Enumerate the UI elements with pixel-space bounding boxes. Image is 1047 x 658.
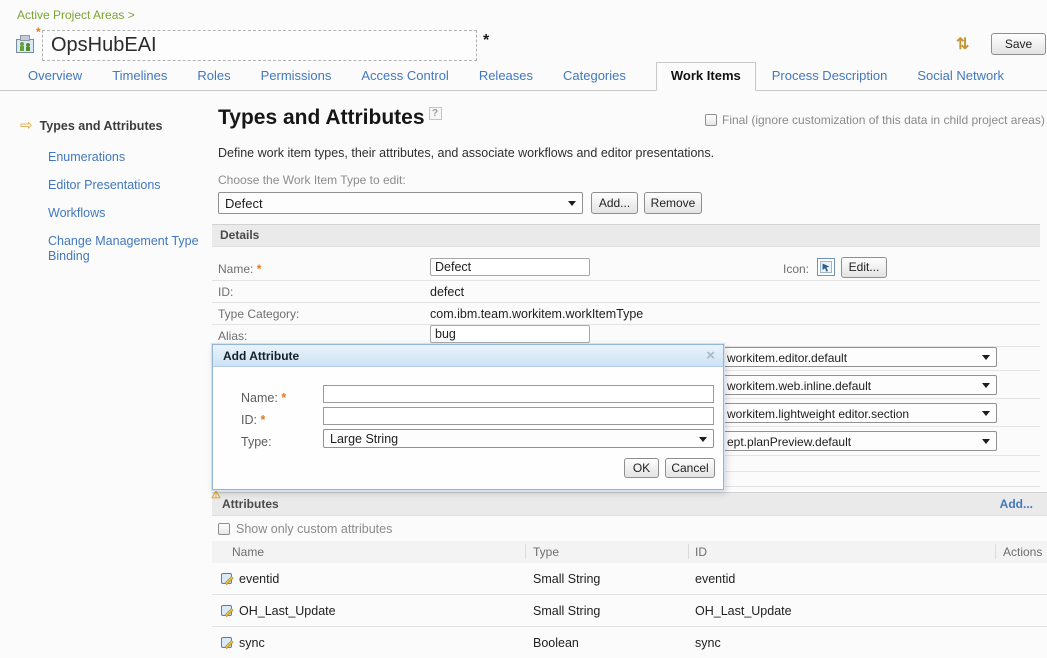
save-button[interactable]: Save <box>991 33 1046 55</box>
current-section-arrow-icon: ⇨ <box>20 119 33 133</box>
add-attribute-dialog: Add Attribute × Name: * ID: * Type: Larg… <box>212 344 724 490</box>
sidebar-item-types-and-attributes[interactable]: ⇨ Types and Attributes <box>20 119 163 133</box>
attribute-name-input[interactable] <box>323 385 714 403</box>
attribute-type-select[interactable]: Large String <box>323 429 714 448</box>
ok-button[interactable]: OK <box>624 458 659 478</box>
work-item-type-icon <box>817 258 835 276</box>
attribute-icon <box>221 636 234 654</box>
column-header-type: Type <box>533 545 559 559</box>
row-divider <box>212 280 1040 281</box>
row-divider <box>212 324 1040 325</box>
custom-attributes-filter: Show only custom attributes <box>218 522 392 536</box>
tab-social-network[interactable]: Social Network <box>917 68 1004 90</box>
column-header-id: ID <box>695 545 707 559</box>
attributes-table-header: Name Type ID Actions <box>212 541 1047 563</box>
attributes-section-header: ⚠ Attributes Add... <box>212 492 1047 516</box>
cancel-button[interactable]: Cancel <box>665 458 715 478</box>
details-section-header: Details <box>212 224 1040 247</box>
id-label: ID: <box>218 285 233 299</box>
chevron-down-icon <box>568 201 576 206</box>
type-category-value: com.ibm.team.workitem.workItemType <box>430 307 643 321</box>
type-name-input[interactable] <box>430 258 590 276</box>
type-category-label: Type Category: <box>218 307 299 321</box>
row-divider <box>212 302 1040 303</box>
refresh-icon[interactable]: ⇅ <box>956 34 969 54</box>
table-row[interactable]: sync Boolean sync <box>212 627 1047 658</box>
sidebar-active-label: Types and Attributes <box>40 119 163 133</box>
show-custom-attributes-checkbox[interactable] <box>218 523 230 535</box>
final-label: Final (ignore customization of this data… <box>722 113 1045 127</box>
tab-overview[interactable]: Overview <box>28 68 82 90</box>
sidebar-item-editor-presentations[interactable]: Editor Presentations <box>48 178 200 193</box>
edit-icon-button[interactable]: Edit... <box>841 257 887 278</box>
tab-roles[interactable]: Roles <box>197 68 230 90</box>
id-value: defect <box>430 285 464 299</box>
sidebar-item-enumerations[interactable]: Enumerations <box>48 150 200 165</box>
page-title: Types and Attributes? <box>218 106 442 130</box>
final-option: Final (ignore customization of this data… <box>705 113 1045 127</box>
required-marker: * <box>36 25 41 39</box>
sidebar-item-workflows[interactable]: Workflows <box>48 206 200 221</box>
type-chooser-label: Choose the Work Item Type to edit: <box>218 173 406 187</box>
table-row[interactable]: eventid Small String eventid <box>212 563 1047 595</box>
column-header-name: Name <box>232 545 264 559</box>
breadcrumb[interactable]: Active Project Areas > <box>17 8 135 22</box>
tab-work-items[interactable]: Work Items <box>656 62 756 91</box>
tab-categories[interactable]: Categories <box>563 68 626 90</box>
alias-label: Alias: <box>218 329 247 345</box>
tab-bar: Overview Timelines Roles Permissions Acc… <box>0 66 1047 91</box>
attribute-icon <box>221 572 234 590</box>
column-divider <box>525 544 526 559</box>
attribute-icon <box>221 604 234 622</box>
add-type-button[interactable]: Add... <box>591 192 638 214</box>
dialog-title-bar: Add Attribute × <box>213 345 723 367</box>
help-icon[interactable]: ? <box>429 107 442 120</box>
project-area-editor: Active Project Areas > * * ⇅ Save Overvi… <box>0 0 1047 658</box>
final-checkbox[interactable] <box>705 114 717 126</box>
sidebar-item-change-management-type-binding[interactable]: Change Management Type Binding <box>48 234 200 264</box>
chevron-down-icon <box>982 439 990 444</box>
dialog-name-label: Name: * <box>241 391 286 405</box>
filter-label: Show only custom attributes <box>236 522 392 536</box>
sidebar-nav: Enumerations Editor Presentations Workfl… <box>48 150 200 277</box>
tab-releases[interactable]: Releases <box>479 68 533 90</box>
icon-label: Icon: <box>783 262 809 276</box>
column-divider <box>688 544 689 559</box>
remove-type-button[interactable]: Remove <box>644 192 702 214</box>
tab-access-control[interactable]: Access Control <box>361 68 448 90</box>
add-attribute-link[interactable]: Add... <box>1000 493 1033 515</box>
tab-permissions[interactable]: Permissions <box>261 68 332 90</box>
close-icon[interactable]: × <box>706 345 715 367</box>
dialog-id-label: ID: * <box>241 413 265 427</box>
tab-timelines[interactable]: Timelines <box>112 68 167 90</box>
unsaved-changes-marker: * <box>483 32 489 50</box>
chevron-down-icon <box>982 355 990 360</box>
column-divider <box>995 544 996 559</box>
name-label: Name: * <box>218 262 261 276</box>
chevron-down-icon <box>982 383 990 388</box>
project-area-icon <box>14 33 36 55</box>
column-header-actions: Actions <box>1003 545 1042 559</box>
dialog-type-label: Type: <box>241 435 272 449</box>
section-description: Define work item types, their attributes… <box>218 146 714 160</box>
attribute-id-input[interactable] <box>323 407 714 425</box>
work-item-type-select[interactable]: Defect <box>218 192 583 214</box>
tab-process-description[interactable]: Process Description <box>772 68 888 90</box>
alias-input[interactable] <box>430 325 590 343</box>
project-name-input[interactable] <box>42 30 477 61</box>
table-row[interactable]: OH_Last_Update Small String OH_Last_Upda… <box>212 595 1047 627</box>
chevron-down-icon <box>699 437 707 442</box>
chevron-down-icon <box>982 411 990 416</box>
